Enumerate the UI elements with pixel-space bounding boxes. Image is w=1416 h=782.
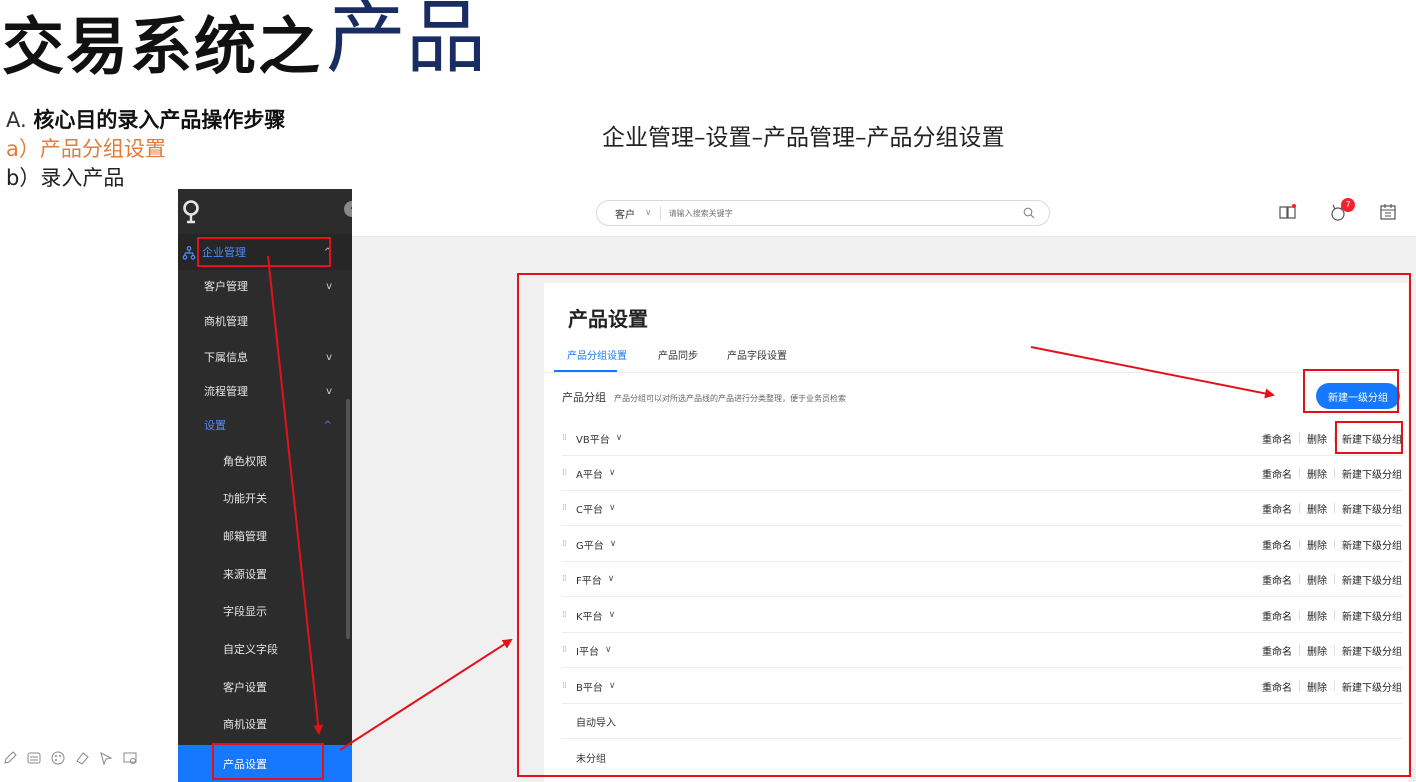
- annotation-box-product-settings: [212, 743, 324, 780]
- slide-title-main: 交易系统之: [2, 10, 323, 83]
- outline-step-a: a）产品分组设置: [6, 137, 166, 161]
- palette-icon[interactable]: [50, 750, 66, 766]
- sidebar-item-label: 设置: [204, 419, 226, 432]
- app-logo-icon: [183, 200, 199, 224]
- sidebar-item-mailbox[interactable]: 邮箱管理: [178, 519, 352, 553]
- sidebar-item-label: 流程管理: [204, 385, 248, 398]
- sidebar-item-label: 来源设置: [223, 568, 267, 581]
- chevron-down-icon: v: [326, 385, 332, 397]
- sidebar: ‹ 企业管理 ^ 客户管理 v 商机管理 下属信息 v 流程管理 v 设置 ^ …: [178, 189, 352, 782]
- sidebar-item-settings[interactable]: 设置 ^: [178, 408, 352, 442]
- search-input[interactable]: [668, 208, 989, 218]
- sidebar-item-label: 商机管理: [204, 315, 248, 328]
- sidebar-item-label: 客户设置: [223, 681, 267, 694]
- sidebar-item-label: 客户管理: [204, 280, 248, 293]
- annotation-box-enterprise: [197, 237, 331, 267]
- steps-outline: A. 核心目的录入产品操作步骤 a）产品分组设置 b）录入产品: [6, 106, 285, 193]
- sidebar-item-label: 角色权限: [223, 455, 267, 468]
- outline-heading-label: A.: [6, 108, 27, 132]
- search-scope-select[interactable]: 客户: [615, 206, 635, 221]
- org-tree-icon: [182, 246, 196, 260]
- search-icon[interactable]: [1023, 207, 1035, 219]
- annotation-box-add-child: [1335, 421, 1403, 454]
- annotation-box-new-group: [1303, 369, 1399, 413]
- book-icon[interactable]: [1278, 202, 1298, 222]
- sidebar-item-label: 自定义字段: [223, 643, 278, 656]
- top-bar: 客户 ∨ 7: [352, 189, 1416, 237]
- sidebar-item-roles[interactable]: 角色权限: [178, 444, 352, 478]
- sidebar-item-workflow[interactable]: 流程管理 v: [178, 374, 352, 408]
- sidebar-item-customer-mgmt[interactable]: 客户管理 v: [178, 269, 352, 303]
- sidebar-item-label: 功能开关: [223, 492, 267, 505]
- screen-icon[interactable]: [122, 750, 138, 766]
- global-search: 客户 ∨: [596, 200, 1050, 226]
- sidebar-item-customer-settings[interactable]: 客户设置: [178, 670, 352, 704]
- outline-heading: A. 核心目的录入产品操作步骤: [6, 106, 285, 135]
- sidebar-item-custom-fields[interactable]: 自定义字段: [178, 632, 352, 666]
- sidebar-item-label: 商机设置: [223, 718, 267, 731]
- calendar-icon[interactable]: [1378, 202, 1398, 222]
- pointer-icon[interactable]: [98, 750, 114, 766]
- notification-count-badge: 7: [1341, 198, 1355, 212]
- sidebar-item-source-settings[interactable]: 来源设置: [178, 557, 352, 591]
- chevron-up-icon: ^: [323, 419, 332, 431]
- sidebar-item-subordinates[interactable]: 下属信息 v: [178, 340, 352, 374]
- sidebar-item-feature-switches[interactable]: 功能开关: [178, 481, 352, 515]
- outline-heading-text: 核心目的录入产品操作步骤: [33, 108, 286, 132]
- eraser-icon[interactable]: [74, 750, 90, 766]
- sidebar-item-label: 字段显示: [223, 605, 267, 618]
- sidebar-scrollbar[interactable]: [346, 399, 350, 639]
- sidebar-item-opportunity-settings[interactable]: 商机设置: [178, 707, 352, 741]
- chevron-down-icon: v: [326, 351, 332, 363]
- annotation-box-panel: [517, 273, 1411, 777]
- sidebar-item-opportunity-mgmt[interactable]: 商机管理: [178, 304, 352, 338]
- chevron-down-icon[interactable]: ∨: [645, 208, 652, 218]
- slide-title-accent: 产品: [326, 0, 487, 84]
- sidebar-item-label: 邮箱管理: [223, 530, 267, 543]
- chevron-down-icon: v: [326, 280, 332, 292]
- drawing-toolbar: [2, 750, 138, 766]
- sidebar-collapse-icon[interactable]: ‹: [344, 201, 352, 217]
- pen-icon[interactable]: [2, 750, 18, 766]
- slides-icon[interactable]: [26, 750, 42, 766]
- navigation-path-caption: 企业管理–设置–产品管理–产品分组设置: [602, 125, 1005, 151]
- sidebar-item-label: 下属信息: [204, 351, 248, 364]
- slide-title: 交易系统之 产品: [2, 0, 486, 78]
- sidebar-item-field-display[interactable]: 字段显示: [178, 594, 352, 628]
